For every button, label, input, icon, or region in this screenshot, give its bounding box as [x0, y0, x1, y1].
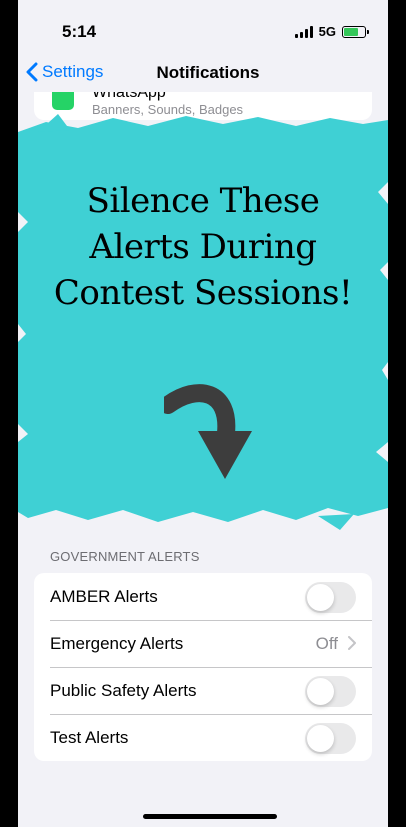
- section-header: GOVERNMENT ALERTS: [50, 549, 200, 564]
- chevron-right-icon: [348, 636, 356, 650]
- navigation-bar: Settings Notifications: [18, 54, 388, 94]
- public-safety-alerts-row: Public Safety Alerts: [34, 667, 372, 714]
- test-alerts-toggle[interactable]: [305, 723, 356, 754]
- curved-arrow-icon: [164, 384, 252, 479]
- amber-alerts-row: AMBER Alerts: [34, 573, 372, 620]
- row-label: Public Safety Alerts: [50, 681, 197, 700]
- row-label: Emergency Alerts: [50, 634, 184, 653]
- phone-screen: 5:14 5G Settings Notifications WhatsApp …: [18, 0, 388, 827]
- headline-line-3: Contest Sessions!: [53, 273, 353, 313]
- amber-alerts-toggle[interactable]: [305, 582, 356, 613]
- status-indicators: 5G: [294, 24, 369, 39]
- app-name: WhatsApp: [92, 92, 166, 101]
- signal-icon: [294, 25, 313, 38]
- headline-line-2: Alerts During: [89, 227, 317, 267]
- status-bar: 5:14 5G: [18, 0, 388, 54]
- page-title: Notifications: [156, 63, 260, 82]
- home-indicator[interactable]: [143, 814, 277, 819]
- whatsapp-icon: [52, 92, 74, 110]
- test-alerts-row: Test Alerts: [34, 714, 372, 761]
- emergency-alerts-row[interactable]: Emergency Alerts Off: [34, 620, 372, 667]
- battery-charging-icon: [342, 25, 369, 38]
- row-label: AMBER Alerts: [50, 587, 158, 606]
- row-label: Test Alerts: [50, 728, 129, 747]
- public-safety-alerts-toggle[interactable]: [305, 676, 356, 707]
- row-value: Off: [315, 634, 338, 653]
- government-alerts-group: AMBER Alerts Emergency Alerts Off Public…: [34, 573, 372, 761]
- network-label: 5G: [318, 24, 336, 39]
- overlay-headline: Silence These Alerts During Contest Sess…: [18, 178, 388, 316]
- status-time: 5:14: [62, 22, 97, 41]
- headline-line-1: Silence These: [86, 181, 320, 221]
